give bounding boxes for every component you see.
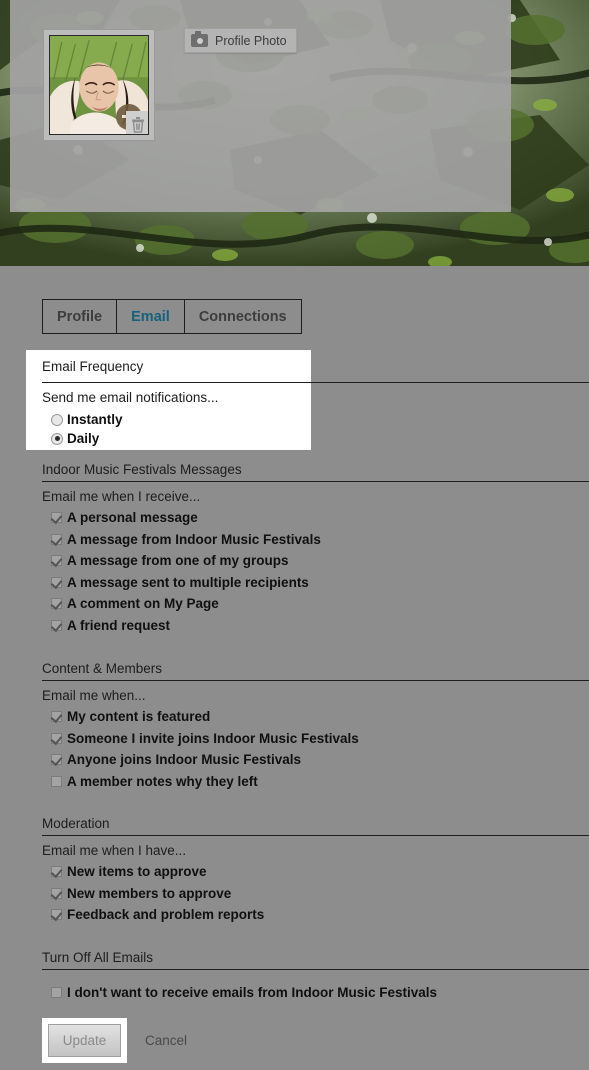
checkbox-icon	[51, 598, 62, 610]
section-divider	[42, 382, 311, 383]
checkbox-new-members-to-approve[interactable]: New members to approve	[51, 883, 589, 905]
radio-daily-label: Daily	[67, 431, 100, 446]
settings-tabs: Profile Email Connections	[42, 299, 302, 334]
radio-daily[interactable]: Daily	[51, 429, 123, 448]
camera-icon	[191, 31, 208, 47]
update-button-focus-ring: Update	[42, 1018, 127, 1063]
checkbox-label: My content is featured	[67, 709, 211, 725]
checkbox-new-items-to-approve[interactable]: New items to approve	[51, 861, 589, 883]
section-divider	[42, 680, 589, 681]
checkbox-anyone-joins[interactable]: Anyone joins Indoor Music Festivals	[51, 749, 589, 771]
checkbox-invitee-joins[interactable]: Someone I invite joins Indoor Music Fest…	[51, 728, 589, 750]
profile-photo-button[interactable]: Profile Photo	[184, 28, 297, 53]
checkbox-message-multiple-recipients[interactable]: A message sent to multiple recipients	[51, 572, 589, 594]
checkbox-icon	[51, 576, 62, 588]
profile-photo-button-label: Profile Photo	[215, 33, 287, 48]
checkbox-message-from-network[interactable]: A message from Indoor Music Festivals	[51, 529, 589, 551]
section-content-members: Content & Members Email me when... My co…	[42, 661, 589, 792]
section-content-members-options: My content is featured Someone I invite …	[51, 706, 589, 792]
section-turn-off-all-emails: Turn Off All Emails I don't want to rece…	[42, 950, 589, 1004]
checkbox-label: New members to approve	[67, 885, 232, 901]
section-turn-off-all-emails-options: I don't want to receive emails from Indo…	[51, 982, 589, 1004]
checkbox-icon	[51, 533, 62, 545]
section-divider	[42, 835, 589, 836]
checkbox-opt-out-all-emails[interactable]: I don't want to receive emails from Indo…	[51, 982, 589, 1004]
checkbox-label: Someone I invite joins Indoor Music Fest…	[67, 730, 359, 746]
section-divider	[311, 382, 589, 383]
update-button-label: Update	[62, 1033, 107, 1048]
email-frequency-title: Email Frequency	[42, 359, 144, 374]
section-moderation-intro: Email me when I have...	[42, 843, 187, 858]
profile-photo-panel: Profile Photo	[10, 0, 511, 212]
checkbox-content-featured[interactable]: My content is featured	[51, 706, 589, 728]
tab-profile[interactable]: Profile	[43, 300, 118, 333]
checkbox-icon	[51, 754, 62, 766]
checkbox-label: A message from Indoor Music Festivals	[67, 531, 321, 547]
checkbox-label: A member notes why they left	[67, 773, 258, 789]
tab-connections-label: Connections	[198, 308, 287, 325]
section-messages-intro: Email me when I receive...	[42, 489, 201, 504]
checkbox-label: A message sent to multiple recipients	[67, 574, 309, 590]
section-messages-options: A personal message A message from Indoor…	[51, 507, 589, 636]
radio-icon	[51, 432, 63, 445]
checkbox-label: Feedback and problem reports	[67, 907, 265, 923]
radio-instantly[interactable]: Instantly	[51, 410, 123, 429]
checkbox-icon	[51, 987, 62, 999]
profile-photo-image	[49, 35, 149, 135]
section-messages: Indoor Music Festivals Messages Email me…	[42, 462, 589, 636]
checkbox-label: I don't want to receive emails from Indo…	[67, 985, 438, 1001]
profile-photo-thumbnail[interactable]	[43, 29, 155, 141]
section-moderation-title: Moderation	[42, 816, 110, 831]
radio-instantly-label: Instantly	[67, 412, 123, 427]
checkbox-message-from-group[interactable]: A message from one of my groups	[51, 550, 589, 572]
update-button[interactable]: Update	[48, 1024, 121, 1057]
checkbox-icon	[51, 555, 62, 567]
checkbox-member-notes-why-left[interactable]: A member notes why they left	[51, 771, 589, 793]
checkbox-label: A friend request	[67, 617, 171, 633]
cancel-button-label: Cancel	[145, 1033, 188, 1048]
tab-profile-label: Profile	[57, 308, 103, 325]
checkbox-icon	[51, 866, 62, 878]
radio-icon	[51, 413, 63, 426]
checkbox-icon	[51, 775, 62, 787]
trash-icon[interactable]	[126, 111, 148, 134]
email-frequency-panel: Email Frequency Send me email notificati…	[26, 350, 311, 450]
section-messages-title: Indoor Music Festivals Messages	[42, 462, 242, 477]
checkbox-label: A message from one of my groups	[67, 553, 289, 569]
email-settings-overlay: Profile Email Connections Email Frequenc…	[0, 266, 589, 1070]
checkbox-label: A comment on My Page	[67, 596, 219, 612]
checkbox-icon	[51, 909, 62, 921]
tab-email[interactable]: Email	[117, 300, 185, 333]
checkbox-icon	[51, 887, 62, 899]
section-divider	[42, 481, 589, 482]
form-actions: Update Cancel	[42, 1018, 187, 1063]
checkbox-label: New items to approve	[67, 864, 207, 880]
email-frequency-options: Instantly Daily	[51, 410, 123, 448]
checkbox-personal-message[interactable]: A personal message	[51, 507, 589, 529]
tab-connections[interactable]: Connections	[185, 300, 301, 333]
email-frequency-intro: Send me email notifications...	[42, 390, 219, 405]
section-content-members-title: Content & Members	[42, 661, 163, 676]
checkbox-feedback-problem-reports[interactable]: Feedback and problem reports	[51, 904, 589, 926]
section-content-members-intro: Email me when...	[42, 688, 146, 703]
checkbox-comment-on-my-page[interactable]: A comment on My Page	[51, 593, 589, 615]
checkbox-icon	[51, 711, 62, 723]
section-divider	[42, 969, 589, 970]
section-turn-off-all-emails-title: Turn Off All Emails	[42, 950, 154, 965]
checkbox-icon	[51, 619, 62, 631]
checkbox-label: Anyone joins Indoor Music Festivals	[67, 752, 302, 768]
checkbox-icon	[51, 512, 62, 524]
checkbox-icon	[51, 732, 62, 744]
checkbox-friend-request[interactable]: A friend request	[51, 615, 589, 637]
cancel-button[interactable]: Cancel	[145, 1033, 187, 1048]
checkbox-label: A personal message	[67, 510, 198, 526]
section-moderation-options: New items to approve New members to appr…	[51, 861, 589, 926]
section-moderation: Moderation Email me when I have... New i…	[42, 816, 589, 926]
tab-email-label: Email	[131, 308, 170, 325]
